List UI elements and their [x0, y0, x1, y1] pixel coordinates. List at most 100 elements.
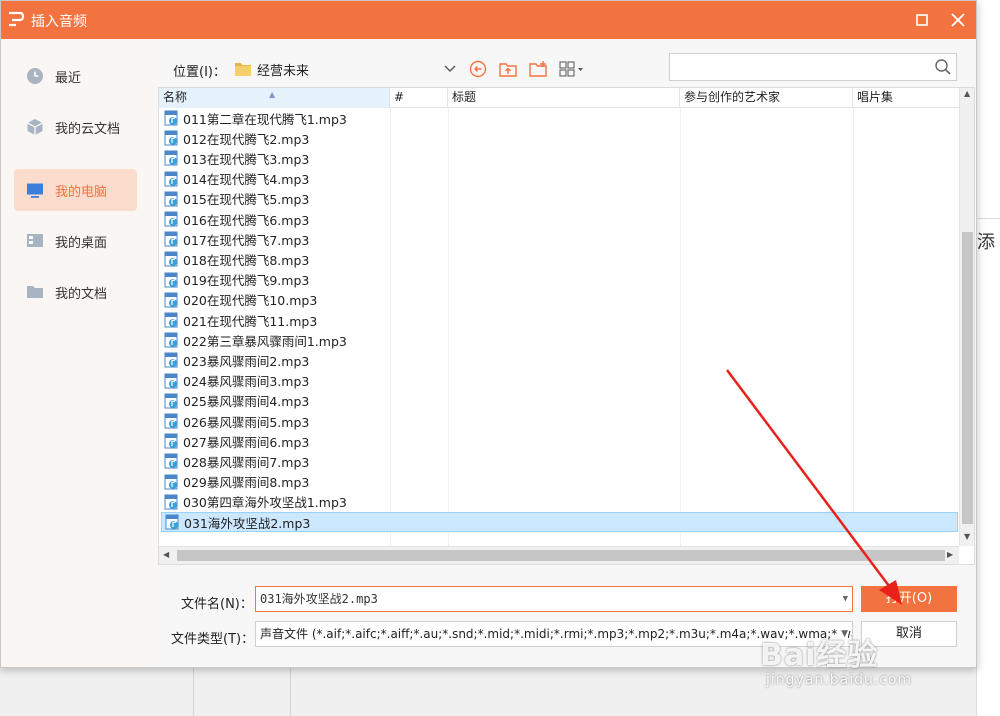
vertical-scrollbar[interactable]: ▲ ▼: [959, 88, 974, 546]
file-name: 017在现代腾飞7.mp3: [183, 232, 310, 248]
file-name: 021在现代腾飞11.mp3: [183, 313, 318, 329]
file-row[interactable]: 013在现代腾飞3.mp3: [161, 148, 958, 168]
file-row[interactable]: 017在现代腾飞7.mp3: [161, 229, 958, 249]
clock-icon: [26, 67, 44, 85]
desktop-icon: [26, 232, 44, 250]
maximize-icon: [916, 14, 928, 26]
scroll-left-icon[interactable]: ◀: [163, 550, 169, 559]
scroll-down-icon[interactable]: ▼: [964, 532, 970, 541]
sidebar-item-label: 我的电脑: [55, 184, 108, 200]
sidebar-item-recent[interactable]: 最近: [14, 55, 137, 97]
search-input[interactable]: [669, 53, 957, 81]
column-header-artist[interactable]: 参与创作的艺术家: [680, 88, 853, 108]
file-row[interactable]: 011第二章在现代腾飞1.mp3: [161, 108, 958, 128]
background-divider: [977, 218, 1000, 219]
sidebar-item-label: 我的云文档: [55, 121, 121, 137]
audio-file-icon: [164, 272, 180, 288]
audio-file-icon: [164, 474, 180, 490]
file-name: 018在现代腾飞8.mp3: [183, 252, 310, 268]
file-row[interactable]: 018在现代腾飞8.mp3: [161, 249, 958, 269]
sidebar: 最近 我的云文档 我的电脑 我的桌面 我的文档: [1, 39, 155, 667]
file-row[interactable]: 020在现代腾飞10.mp3: [161, 290, 958, 310]
file-name: 012在现代腾飞2.mp3: [183, 131, 310, 147]
sidebar-item-cloud-docs[interactable]: 我的云文档: [14, 106, 137, 148]
folder-icon: [26, 283, 44, 301]
column-header-number[interactable]: #: [390, 88, 448, 108]
audio-file-icon: [164, 332, 180, 348]
background-divider: [193, 668, 194, 716]
file-name: 016在现代腾飞6.mp3: [183, 212, 310, 228]
filename-input[interactable]: 031海外攻坚战2.mp3 ▼: [255, 586, 853, 612]
column-header-bar: 名称 ▲ # 标题 参与创作的艺术家 唱片集: [159, 88, 959, 108]
background-text-fragment: 添: [977, 232, 995, 253]
location-value: 经营未来: [257, 63, 310, 79]
column-header-album[interactable]: 唱片集: [853, 88, 959, 108]
file-row[interactable]: 026暴风骤雨间5.mp3: [161, 411, 958, 431]
sort-up-icon: ▲: [269, 90, 276, 99]
audio-file-icon: [164, 251, 180, 267]
file-name: 013在现代腾飞3.mp3: [183, 151, 310, 167]
maximize-button[interactable]: [909, 7, 935, 33]
file-name: 024暴风骤雨间3.mp3: [183, 374, 310, 390]
file-row[interactable]: 025暴风骤雨间4.mp3: [161, 391, 958, 411]
background-document-edge: 添: [976, 0, 1000, 716]
horizontal-scroll-thumb[interactable]: [177, 550, 945, 561]
scroll-right-icon[interactable]: ▶: [947, 550, 953, 559]
file-name: 026暴风骤雨间5.mp3: [183, 414, 310, 430]
file-name: 011第二章在现代腾飞1.mp3: [183, 111, 347, 127]
file-name: 014在现代腾飞4.mp3: [183, 172, 310, 188]
folder-icon: [235, 63, 251, 76]
sidebar-item-my-computer[interactable]: 我的电脑: [14, 169, 137, 211]
file-row[interactable]: 024暴风骤雨间3.mp3: [161, 371, 958, 391]
chevron-down-icon[interactable]: ▼: [843, 587, 848, 611]
column-header-title[interactable]: 标题: [448, 88, 680, 108]
new-folder-button[interactable]: [525, 57, 551, 81]
up-folder-button[interactable]: [495, 57, 521, 81]
view-mode-button[interactable]: [557, 57, 589, 81]
file-row[interactable]: 014在现代腾飞4.mp3: [161, 169, 958, 189]
file-row[interactable]: 016在现代腾飞6.mp3: [161, 209, 958, 229]
column-header-label: 名称: [163, 90, 188, 104]
baidu-jingyan-watermark: Bai经验 jingyan.baidu.com: [760, 630, 912, 688]
back-arrow-icon: [469, 60, 487, 78]
sidebar-item-documents[interactable]: 我的文档: [14, 271, 137, 313]
sidebar-item-desktop[interactable]: 我的桌面: [14, 220, 137, 262]
file-row[interactable]: 030第四章海外攻坚战1.mp3: [161, 492, 958, 512]
audio-file-icon: [164, 433, 180, 449]
file-row[interactable]: 023暴风骤雨间2.mp3: [161, 350, 958, 370]
file-row[interactable]: 012在现代腾飞2.mp3: [161, 128, 958, 148]
dialog-titlebar[interactable]: 插入音频: [1, 1, 976, 39]
audio-file-icon: [164, 231, 180, 247]
file-row[interactable]: 029暴风骤雨间8.mp3: [161, 472, 958, 492]
chevron-down-icon: [444, 65, 456, 72]
file-name: 030第四章海外攻坚战1.mp3: [183, 495, 347, 511]
file-row[interactable]: 027暴风骤雨间6.mp3: [161, 431, 958, 451]
audio-file-icon: [164, 352, 180, 368]
insert-audio-dialog: 插入音频 最近 我的云文档 我的电脑 我的桌面 我的文档 位置(I)： 经营未来…: [0, 0, 977, 668]
back-button[interactable]: [465, 57, 491, 81]
file-row[interactable]: 015在现代腾飞5.mp3: [161, 189, 958, 209]
column-header-name[interactable]: 名称 ▲: [159, 88, 390, 108]
horizontal-scrollbar[interactable]: ◀ ▶: [159, 546, 959, 564]
file-name: 020在现代腾飞10.mp3: [183, 293, 318, 309]
file-row[interactable]: 028暴风骤雨间7.mp3: [161, 451, 958, 471]
vertical-scroll-thumb[interactable]: [962, 232, 973, 524]
file-row[interactable]: 019在现代腾飞9.mp3: [161, 270, 958, 290]
audio-file-icon: [164, 171, 180, 187]
file-name: 019在现代腾飞9.mp3: [183, 273, 310, 289]
audio-file-icon: [164, 494, 180, 510]
audio-file-icon: [164, 373, 180, 389]
file-row[interactable]: 031海外攻坚战2.mp3: [161, 512, 958, 532]
sidebar-item-label: 最近: [55, 70, 82, 86]
up-folder-icon: [499, 63, 517, 77]
watermark-logo: Bai经验: [760, 638, 879, 673]
close-button[interactable]: [945, 7, 971, 33]
watermark-url: jingyan.baidu.com: [766, 672, 913, 688]
file-row[interactable]: 022第三章暴风骤雨间1.mp3: [161, 330, 958, 350]
location-label: 位置(I)：: [173, 65, 226, 80]
scroll-up-icon[interactable]: ▲: [964, 89, 970, 98]
open-button[interactable]: 打开(O): [861, 586, 957, 612]
audio-file-icon: [164, 110, 180, 126]
file-row[interactable]: 021在现代腾飞11.mp3: [161, 310, 958, 330]
location-dropdown[interactable]: 经营未来: [231, 56, 461, 82]
